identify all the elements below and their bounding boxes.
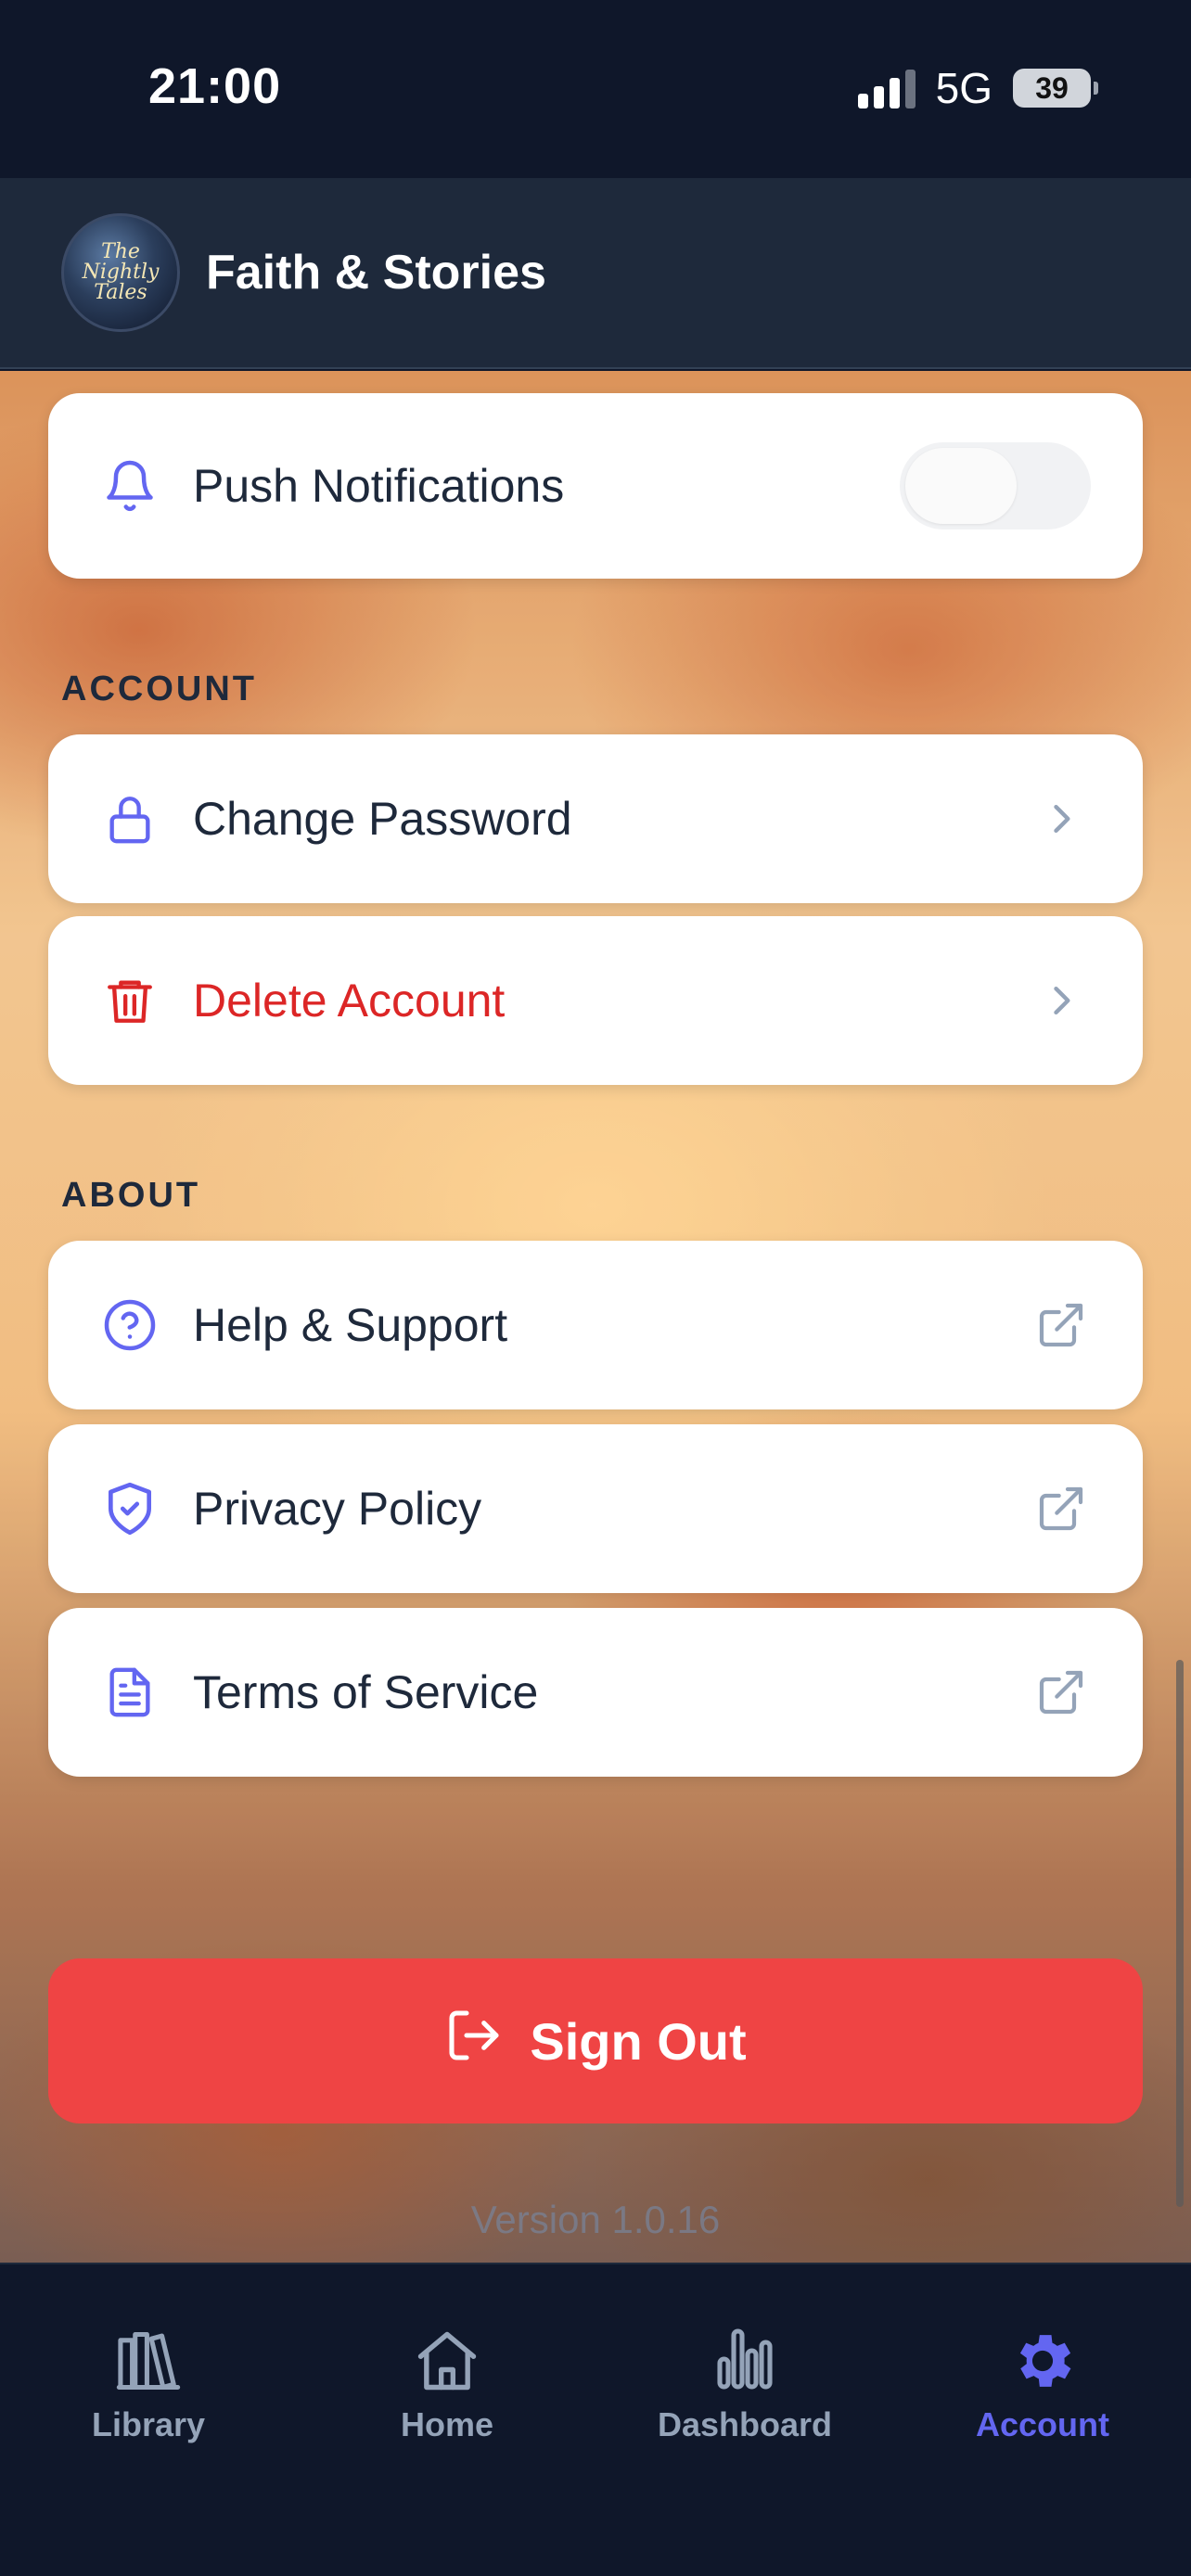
- terms-of-service-row[interactable]: Terms of Service: [48, 1608, 1143, 1777]
- status-time: 21:00: [148, 58, 282, 114]
- status-bar: 21:00 5G 39: [0, 0, 1191, 178]
- sign-out-label: Sign Out: [530, 2011, 747, 2071]
- tab-label: Dashboard: [657, 2405, 833, 2443]
- tab-label: Home: [400, 2405, 494, 2443]
- delete-account-label: Delete Account: [193, 975, 506, 1027]
- external-link-icon: [1033, 1297, 1089, 1353]
- app-logo[interactable]: The Nightly Tales: [61, 213, 180, 332]
- tab-dashboard[interactable]: Dashboard: [634, 2316, 856, 2444]
- push-notifications-row: Push Notifications: [48, 393, 1143, 579]
- gear-icon: [931, 2316, 1154, 2396]
- bell-icon: [100, 456, 160, 516]
- external-link-icon: [1033, 1481, 1089, 1537]
- help-support-label: Help & Support: [193, 1299, 508, 1351]
- change-password-row[interactable]: Change Password: [48, 734, 1143, 903]
- library-icon: [37, 2316, 260, 2396]
- tab-label: Account: [976, 2405, 1109, 2443]
- document-icon: [100, 1663, 160, 1722]
- signal-icon: [857, 68, 916, 108]
- trash-icon: [100, 971, 160, 1030]
- terms-of-service-label: Terms of Service: [193, 1666, 539, 1718]
- tab-home[interactable]: Home: [336, 2316, 558, 2444]
- lock-icon: [100, 789, 160, 848]
- chevron-right-icon: [1033, 791, 1089, 847]
- logo-text: The Nightly Tales: [82, 240, 160, 304]
- app-title: Faith & Stories: [206, 246, 546, 300]
- version-text: Version 1.0.16: [470, 2198, 721, 2241]
- home-icon: [336, 2316, 558, 2396]
- section-title-account: ACCOUNT: [61, 670, 257, 708]
- push-notifications-toggle[interactable]: [900, 442, 1091, 529]
- network-type: 5G: [935, 64, 992, 112]
- privacy-policy-row[interactable]: Privacy Policy: [48, 1424, 1143, 1593]
- battery-icon: 39: [1013, 69, 1098, 108]
- settings-content[interactable]: Push Notifications ACCOUNT Change Passwo…: [0, 371, 1191, 2263]
- scrollbar[interactable]: [1176, 1660, 1184, 2207]
- status-indicators: 5G 39: [857, 63, 1098, 113]
- chevron-right-icon: [1033, 973, 1089, 1028]
- privacy-policy-label: Privacy Policy: [193, 1483, 482, 1535]
- bar-chart-icon: [634, 2316, 856, 2396]
- external-link-icon: [1033, 1664, 1089, 1720]
- help-support-row[interactable]: Help & Support: [48, 1241, 1143, 1409]
- delete-account-row[interactable]: Delete Account: [48, 916, 1143, 1085]
- app-header: The Nightly Tales Faith & Stories: [0, 178, 1191, 369]
- push-notifications-label: Push Notifications: [193, 460, 565, 512]
- section-title-about: ABOUT: [61, 1176, 201, 1215]
- battery-level: 39: [1035, 70, 1069, 105]
- sign-out-button[interactable]: Sign Out: [48, 1958, 1143, 2123]
- bottom-tab-bar: Library Home Dashboard Account: [0, 2263, 1191, 2576]
- help-circle-icon: [100, 1295, 160, 1355]
- tab-label: Library: [91, 2405, 206, 2443]
- shield-check-icon: [100, 1479, 160, 1538]
- tab-library[interactable]: Library: [37, 2316, 260, 2444]
- change-password-label: Change Password: [193, 793, 572, 845]
- logout-icon: [444, 2006, 504, 2077]
- toggle-knob: [905, 448, 1017, 524]
- tab-account[interactable]: Account: [931, 2316, 1154, 2444]
- app-screen: 21:00 5G 39 The Nightly Tales Faith & St…: [0, 0, 1191, 2576]
